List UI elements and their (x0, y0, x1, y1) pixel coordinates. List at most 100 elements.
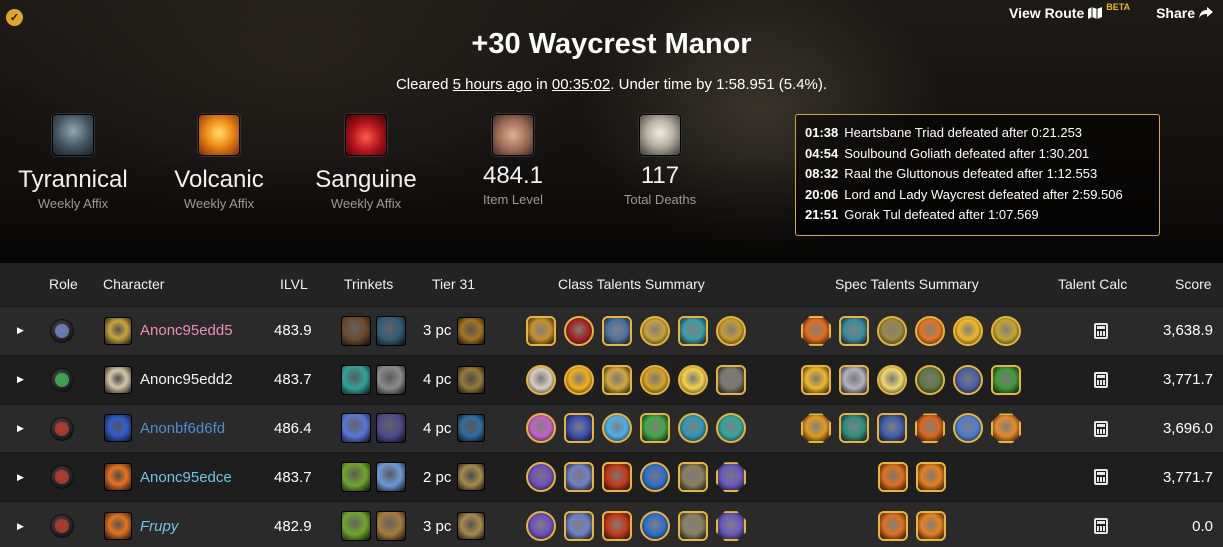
spec-talent-icon[interactable] (916, 511, 946, 542)
share-button[interactable]: Share (1156, 5, 1213, 21)
character-name[interactable]: Frupy (140, 518, 178, 535)
spec-talent-icon[interactable] (839, 364, 869, 395)
class-talent-icon[interactable] (678, 511, 708, 542)
class-talent-icon[interactable] (640, 413, 670, 444)
trinket-icon[interactable] (341, 413, 371, 444)
class-talent-icon[interactable] (526, 462, 556, 493)
spec-talent-icon[interactable] (801, 315, 831, 346)
character-cell[interactable]: Frupy (104, 502, 178, 547)
expand-row-caret-icon[interactable]: ▶ (17, 502, 24, 547)
table-row[interactable]: ▶ Anonc95edd2 483.7 4 pc 3,771.7 (0, 354, 1223, 404)
trinket-icon[interactable] (376, 462, 406, 493)
col-score[interactable]: Score (1175, 276, 1212, 292)
class-talent-icon[interactable] (526, 511, 556, 542)
tier-set-icon[interactable] (457, 316, 486, 345)
col-ilvl[interactable]: ILVL (280, 276, 308, 292)
class-talent-icon[interactable] (640, 462, 670, 493)
col-trinkets[interactable]: Trinkets (344, 276, 393, 292)
spec-talent-icon[interactable] (878, 462, 908, 493)
col-talent-calc[interactable]: Talent Calc (1058, 276, 1127, 292)
trinket-icon[interactable] (376, 315, 406, 346)
class-talent-icon[interactable] (602, 413, 632, 444)
character-name[interactable]: Anonc95edd5 (140, 322, 233, 339)
expand-row-caret-icon[interactable]: ▶ (17, 453, 24, 501)
spec-talent-icon[interactable] (953, 413, 983, 444)
spec-talent-icon[interactable] (839, 413, 869, 444)
character-name[interactable]: Anonc95edce (140, 469, 232, 486)
tier-set-icon[interactable] (457, 463, 486, 492)
col-tier[interactable]: Tier 31 (432, 276, 475, 292)
cleared-when-link[interactable]: 5 hours ago (453, 76, 532, 93)
class-talent-icon[interactable] (716, 511, 746, 542)
col-character[interactable]: Character (103, 276, 164, 292)
class-talent-icon[interactable] (716, 462, 746, 493)
class-talent-icon[interactable] (678, 462, 708, 493)
class-talent-icon[interactable] (564, 315, 594, 346)
character-cell[interactable]: Anonc95edd5 (104, 307, 233, 355)
class-talent-icon[interactable] (526, 364, 556, 395)
class-talent-icon[interactable] (526, 315, 556, 346)
class-talent-icon[interactable] (716, 413, 746, 444)
expand-row-caret-icon[interactable]: ▶ (17, 307, 24, 355)
col-role[interactable]: Role (49, 276, 78, 292)
trinket-icon[interactable] (341, 364, 371, 395)
class-talent-icon[interactable] (640, 511, 670, 542)
character-name[interactable]: Anonbf6d6fd (140, 420, 225, 437)
tier-set-icon[interactable] (457, 512, 486, 541)
spec-talent-icon[interactable] (991, 413, 1021, 444)
spec-talent-icon[interactable] (877, 413, 907, 444)
class-talent-icon[interactable] (602, 462, 632, 493)
cleared-time-link[interactable]: 00:35:02 (552, 76, 610, 93)
class-talent-icon[interactable] (602, 315, 632, 346)
class-talent-icon[interactable] (602, 511, 632, 542)
talent-calculator-icon[interactable] (1094, 469, 1108, 486)
trinket-icon[interactable] (341, 511, 371, 542)
spec-talent-icon[interactable] (916, 462, 946, 493)
character-cell[interactable]: Anonbf6d6fd (104, 405, 225, 453)
trinket-icon[interactable] (341, 462, 371, 493)
class-talent-icon[interactable] (716, 315, 746, 346)
spec-talent-icon[interactable] (877, 315, 907, 346)
class-talent-icon[interactable] (564, 364, 594, 395)
spec-talent-icon[interactable] (801, 413, 831, 444)
col-class-talents[interactable]: Class Talents Summary (558, 276, 705, 292)
class-talent-icon[interactable] (678, 413, 708, 444)
class-talent-icon[interactable] (640, 364, 670, 395)
expand-row-caret-icon[interactable]: ▶ (17, 405, 24, 453)
table-row[interactable]: ▶ Anonc95edce 483.7 2 pc 3,771.7 (0, 452, 1223, 502)
character-cell[interactable]: Anonc95edce (104, 453, 232, 501)
spec-talent-icon[interactable] (953, 315, 983, 346)
spec-talent-icon[interactable] (877, 364, 907, 395)
character-name[interactable]: Anonc95edd2 (140, 371, 233, 388)
talent-calculator-icon[interactable] (1094, 323, 1108, 339)
class-talent-icon[interactable] (602, 364, 632, 395)
class-talent-icon[interactable] (564, 462, 594, 493)
spec-talent-icon[interactable] (991, 315, 1021, 346)
spec-talent-icon[interactable] (878, 511, 908, 542)
spec-talent-icon[interactable] (953, 364, 983, 395)
class-talent-icon[interactable] (678, 315, 708, 346)
class-talent-icon[interactable] (564, 413, 594, 444)
tier-set-icon[interactable] (457, 414, 486, 443)
view-route-button[interactable]: View Route BETA (1009, 2, 1130, 21)
trinket-icon[interactable] (341, 315, 371, 346)
talent-calculator-icon[interactable] (1094, 420, 1108, 437)
table-row[interactable]: ▶ Frupy 482.9 3 pc 0.0 (0, 501, 1223, 547)
spec-talent-icon[interactable] (801, 364, 831, 395)
class-talent-icon[interactable] (716, 364, 746, 395)
col-spec-talents[interactable]: Spec Talents Summary (835, 276, 979, 292)
trinket-icon[interactable] (376, 364, 406, 395)
character-cell[interactable]: Anonc95edd2 (104, 356, 233, 404)
table-row[interactable]: ▶ Anonbf6d6fd 486.4 4 pc 3,696.0 (0, 403, 1223, 453)
trinket-icon[interactable] (376, 413, 406, 444)
talent-calculator-icon[interactable] (1094, 518, 1108, 535)
class-talent-icon[interactable] (678, 364, 708, 395)
table-row[interactable]: ▶ Anonc95edd5 483.9 3 pc 3,638.9 (0, 306, 1223, 355)
class-talent-icon[interactable] (564, 511, 594, 542)
class-talent-icon[interactable] (526, 413, 556, 444)
spec-talent-icon[interactable] (915, 413, 945, 444)
talent-calculator-icon[interactable] (1094, 371, 1108, 388)
tier-set-icon[interactable] (457, 365, 486, 394)
spec-talent-icon[interactable] (991, 364, 1021, 395)
spec-talent-icon[interactable] (839, 315, 869, 346)
